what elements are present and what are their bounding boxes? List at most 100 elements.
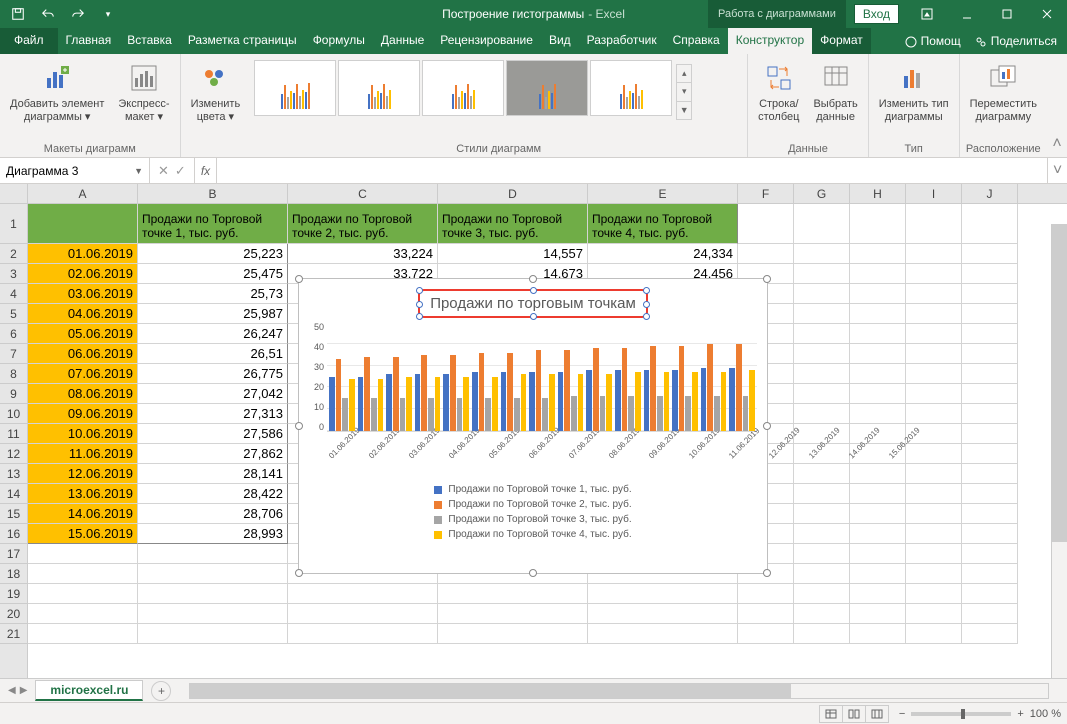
sheet-nav-prev-icon[interactable]: ◀	[8, 685, 16, 696]
cell[interactable]	[906, 324, 962, 344]
zoom-thumb[interactable]	[961, 709, 965, 719]
bar[interactable]	[593, 348, 599, 431]
cell[interactable]	[288, 604, 438, 624]
cell[interactable]: 09.06.2019	[28, 404, 138, 424]
bar[interactable]	[615, 370, 621, 431]
cell[interactable]	[906, 604, 962, 624]
row-header[interactable]: 21	[0, 624, 27, 644]
cell[interactable]	[962, 384, 1018, 404]
cell[interactable]: 27,862	[138, 444, 288, 464]
horizontal-scrollbar[interactable]	[189, 683, 1049, 699]
cell[interactable]: 06.06.2019	[28, 344, 138, 364]
cell[interactable]: 33,224	[288, 244, 438, 264]
bar[interactable]	[657, 396, 663, 431]
cell[interactable]: 27,042	[138, 384, 288, 404]
bar[interactable]	[749, 370, 755, 431]
title-handle[interactable]	[643, 301, 650, 308]
cell[interactable]: 07.06.2019	[28, 364, 138, 384]
resize-handle[interactable]	[295, 569, 303, 577]
cell[interactable]	[28, 584, 138, 604]
tab-format[interactable]: Формат	[812, 28, 871, 54]
bar[interactable]	[743, 396, 749, 431]
bar[interactable]	[729, 368, 735, 431]
row-header[interactable]: 14	[0, 484, 27, 504]
cell[interactable]: 28,706	[138, 504, 288, 524]
cancel-formula-icon[interactable]: ✕	[158, 163, 169, 179]
cell[interactable]	[906, 404, 962, 424]
add-chart-element-button[interactable]: Добавить элемент диаграммы ▾	[6, 60, 108, 126]
bar[interactable]	[435, 377, 441, 432]
cell[interactable]	[794, 284, 850, 304]
move-chart-button[interactable]: Переместить диаграмму	[966, 60, 1041, 126]
row-header[interactable]: 15	[0, 504, 27, 524]
bar[interactable]	[406, 377, 412, 432]
cell[interactable]	[906, 384, 962, 404]
maximize-icon[interactable]	[987, 0, 1027, 28]
minimize-icon[interactable]	[947, 0, 987, 28]
bar[interactable]	[521, 374, 527, 431]
close-icon[interactable]	[1027, 0, 1067, 28]
bar[interactable]	[358, 377, 364, 432]
cell[interactable]	[906, 204, 962, 244]
bar[interactable]	[457, 398, 463, 431]
cell[interactable]	[138, 584, 288, 604]
chart-style-1[interactable]	[254, 60, 336, 116]
resize-handle[interactable]	[763, 422, 771, 430]
cell[interactable]	[794, 604, 850, 624]
cell[interactable]	[906, 364, 962, 384]
cell[interactable]: 14.06.2019	[28, 504, 138, 524]
quick-layout-button[interactable]: Экспресс- макет ▾	[114, 60, 173, 126]
bar[interactable]	[443, 374, 449, 431]
change-colors-button[interactable]: Изменить цвета ▾	[187, 60, 245, 126]
cell[interactable]	[962, 564, 1018, 584]
cell[interactable]: 15.06.2019	[28, 524, 138, 544]
cell[interactable]	[906, 304, 962, 324]
cell[interactable]	[794, 344, 850, 364]
cell[interactable]	[138, 544, 288, 564]
bar[interactable]	[600, 396, 606, 431]
v-scroll-thumb[interactable]	[1052, 224, 1067, 542]
zoom-slider[interactable]	[911, 712, 1011, 716]
cell[interactable]	[794, 564, 850, 584]
title-handle[interactable]	[643, 313, 650, 320]
bar[interactable]	[736, 344, 742, 431]
bar[interactable]	[421, 355, 427, 431]
cell[interactable]	[962, 444, 1018, 464]
legend-item[interactable]: Продажи по Торговой точке 4, тыс. руб.	[299, 527, 767, 542]
undo-icon[interactable]	[34, 2, 62, 26]
tab-page-layout[interactable]: Разметка страницы	[180, 28, 305, 54]
cell[interactable]: 26,775	[138, 364, 288, 384]
cell[interactable]	[794, 364, 850, 384]
cell[interactable]	[794, 504, 850, 524]
login-button[interactable]: Вход	[854, 4, 899, 24]
cell[interactable]	[850, 344, 906, 364]
cell[interactable]: 08.06.2019	[28, 384, 138, 404]
title-handle[interactable]	[530, 313, 537, 320]
cell[interactable]: 12.06.2019	[28, 464, 138, 484]
cell[interactable]	[962, 244, 1018, 264]
cell[interactable]: 01.06.2019	[28, 244, 138, 264]
bar[interactable]	[507, 353, 513, 431]
bar[interactable]	[578, 374, 584, 431]
chart-title[interactable]: Продажи по торговым точкам	[418, 289, 648, 318]
cell[interactable]	[794, 324, 850, 344]
column-header[interactable]: C	[288, 184, 438, 203]
title-handle[interactable]	[416, 301, 423, 308]
cell[interactable]	[138, 604, 288, 624]
cell[interactable]	[962, 324, 1018, 344]
chart-style-5[interactable]	[590, 60, 672, 116]
resize-handle[interactable]	[763, 569, 771, 577]
collapse-ribbon-icon[interactable]: ˄	[1047, 54, 1067, 157]
cell[interactable]	[850, 604, 906, 624]
cell[interactable]	[28, 624, 138, 644]
title-handle[interactable]	[530, 287, 537, 294]
bar[interactable]	[485, 398, 491, 431]
gallery-up-icon[interactable]: ▴	[677, 65, 691, 83]
bar[interactable]	[472, 372, 478, 431]
resize-handle[interactable]	[295, 422, 303, 430]
cell[interactable]	[962, 304, 1018, 324]
cell[interactable]: 27,586	[138, 424, 288, 444]
column-header[interactable]: F	[738, 184, 794, 203]
cell[interactable]	[962, 344, 1018, 364]
cell[interactable]	[962, 544, 1018, 564]
